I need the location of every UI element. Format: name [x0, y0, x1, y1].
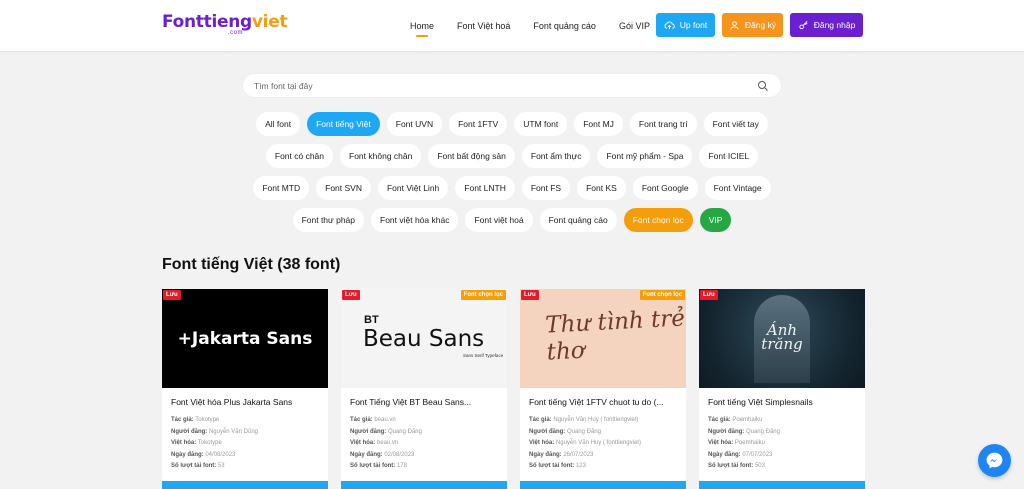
font-preview-text: Beau Sans	[363, 326, 485, 352]
category-filter: All font Font tiếng Việt Font UVN Font 1FTV…	[200, 112, 824, 240]
upload-font-button[interactable]: Up font	[656, 13, 715, 37]
category-chip[interactable]: Font ICIEL	[699, 144, 759, 168]
section-title: Font tiếng Việt (38 font)	[162, 256, 341, 273]
font-preview-prefix: BT	[364, 314, 379, 326]
messenger-chat-button[interactable]	[978, 444, 1011, 477]
search-icon[interactable]	[757, 80, 769, 92]
logo-text-primary: Fonttieng	[162, 12, 252, 32]
font-preview-image[interactable]: Thư tình trẻ thơ Lưu Font chọn lọc	[520, 289, 686, 388]
category-chip[interactable]: Font việt hoá	[465, 208, 533, 232]
download-bar[interactable]	[699, 481, 865, 489]
download-bar[interactable]	[341, 481, 507, 489]
category-chip[interactable]: Font FS	[521, 176, 571, 200]
save-badge[interactable]: Lưu	[521, 290, 539, 300]
category-row: All font Font tiếng Việt Font UVN Font 1FTV…	[200, 112, 824, 136]
register-button[interactable]: Đăng ký	[722, 13, 783, 37]
category-chip[interactable]: All font	[256, 112, 301, 136]
font-preview-image[interactable]: +Jakarta Sans Lưu	[162, 289, 328, 388]
category-chip[interactable]: Font ẩm thực	[521, 144, 591, 168]
font-meta: Tác giả: Poemhaiku Người đăng: Quang Đăn…	[708, 417, 780, 469]
font-preview-text: +Jakarta Sans	[177, 328, 313, 349]
font-card[interactable]: +Jakarta Sans Lưu Font Việt hóa Plus Jak…	[162, 289, 328, 489]
font-preview-text: Thư tình trẻ thơ	[544, 305, 686, 366]
save-badge[interactable]: Lưu	[700, 290, 718, 300]
site-header: Fonttiengviet .com Home Font Việt hoá Fo…	[0, 0, 1024, 51]
category-chip[interactable]: Font thư pháp	[292, 208, 364, 232]
upload-font-label: Up font	[679, 20, 708, 30]
font-title[interactable]: Font Tiếng Việt BT Beau Sans...	[350, 397, 498, 407]
nav-font-quang-cao[interactable]: Font quảng cáo	[531, 0, 598, 51]
messenger-icon	[986, 452, 1003, 469]
nav-goi-vip[interactable]: Gói VIP	[617, 0, 652, 51]
font-title[interactable]: Font tiếng Việt Simplesnails	[708, 397, 856, 407]
font-card[interactable]: BT Beau Sans Sans Serif Typeface Lưu Fon…	[341, 289, 507, 489]
font-meta: Tác giả: Nguyễn Văn Huy ( fonttiengviet)…	[529, 417, 641, 469]
font-preview-image[interactable]: Ánh trăng Lưu	[699, 289, 865, 388]
category-chip[interactable]: Font Google	[632, 176, 698, 200]
category-chip[interactable]: Font quảng cáo	[539, 208, 617, 232]
search-input[interactable]	[254, 78, 734, 94]
logo-domain: .com	[228, 30, 244, 36]
user-icon	[730, 20, 739, 30]
save-badge[interactable]: Lưu	[163, 290, 181, 300]
category-chip[interactable]: Font SVN	[316, 176, 371, 200]
category-chip[interactable]: Font LNTH	[455, 176, 515, 200]
font-preview-text: Ánh trăng	[761, 321, 803, 353]
site-logo[interactable]: Fonttiengviet .com	[162, 12, 288, 38]
category-chip[interactable]: Font mỹ phẩm - Spa	[597, 144, 693, 168]
category-chip[interactable]: Font KS	[577, 176, 626, 200]
selected-badge: Font chọn lọc	[460, 290, 506, 300]
category-chip[interactable]: Font MTD	[253, 176, 310, 200]
category-chip[interactable]: VIP	[699, 208, 732, 232]
category-chip[interactable]: Font bất động sản	[428, 144, 515, 168]
logo-text-accent: viet	[251, 12, 288, 32]
nav-font-viet-hoa[interactable]: Font Việt hoá	[455, 0, 512, 51]
category-chip[interactable]: Font tiếng Việt	[307, 112, 380, 136]
download-bar[interactable]	[162, 481, 328, 489]
category-chip[interactable]: Font Việt Linh	[377, 176, 449, 200]
font-card[interactable]: Ánh trăng Lưu Font tiếng Việt Simplesnai…	[699, 289, 865, 489]
category-chip[interactable]: Font viết tay	[703, 112, 768, 136]
cloud-upload-icon	[664, 20, 675, 29]
category-chip[interactable]: Font UVN	[386, 112, 443, 136]
category-chip[interactable]: Font 1FTV	[449, 112, 508, 136]
category-row: Font có chân Font không chân Font bất động…	[200, 144, 824, 168]
font-title[interactable]: Font tiếng Việt 1FTV chuot tu do (...	[529, 397, 677, 407]
category-chip[interactable]: UTM font	[514, 112, 568, 136]
search-bar	[242, 73, 782, 98]
register-label: Đăng ký	[744, 20, 777, 30]
login-button[interactable]: Đăng nhập	[790, 13, 863, 37]
category-row: Font thư pháp Font việt hóa khác Font việt…	[200, 208, 824, 232]
category-chip[interactable]: Font chọn lọc	[623, 208, 693, 232]
font-card[interactable]: Thư tình trẻ thơ Lưu Font chọn lọc Font …	[520, 289, 686, 489]
font-preview-image[interactable]: BT Beau Sans Sans Serif Typeface Lưu Fon…	[341, 289, 507, 388]
font-meta: Tác giả: beau.vn Người đăng: Quang Đăng …	[350, 417, 422, 469]
font-card-list: +Jakarta Sans Lưu Font Việt hóa Plus Jak…	[162, 289, 865, 489]
category-chip[interactable]: Font không chân	[340, 144, 422, 168]
font-meta: Tác giả: Tokotype Người đăng: Nguyễn Văn…	[171, 417, 258, 469]
category-chip[interactable]: Font việt hóa khác	[371, 208, 459, 232]
selected-badge: Font chọn lọc	[639, 290, 685, 300]
nav-home[interactable]: Home	[408, 0, 436, 51]
font-title[interactable]: Font Việt hóa Plus Jakarta Sans	[171, 397, 319, 407]
download-bar[interactable]	[520, 481, 686, 489]
main-nav: Home Font Việt hoá Font quảng cáo Gói VI…	[408, 0, 671, 51]
key-icon	[799, 20, 808, 29]
category-row: Font MTD Font SVN Font Việt Linh Font LNTH F…	[200, 176, 824, 200]
category-chip[interactable]: Font có chân	[265, 144, 334, 168]
font-preview-subtext: Sans Serif Typeface	[463, 353, 504, 358]
login-label: Đăng nhập	[813, 20, 856, 30]
category-chip[interactable]: Font MJ	[574, 112, 623, 136]
save-badge[interactable]: Lưu	[342, 290, 360, 300]
category-chip[interactable]: Font trang trí	[629, 112, 697, 136]
category-chip[interactable]: Font Vintage	[704, 176, 771, 200]
